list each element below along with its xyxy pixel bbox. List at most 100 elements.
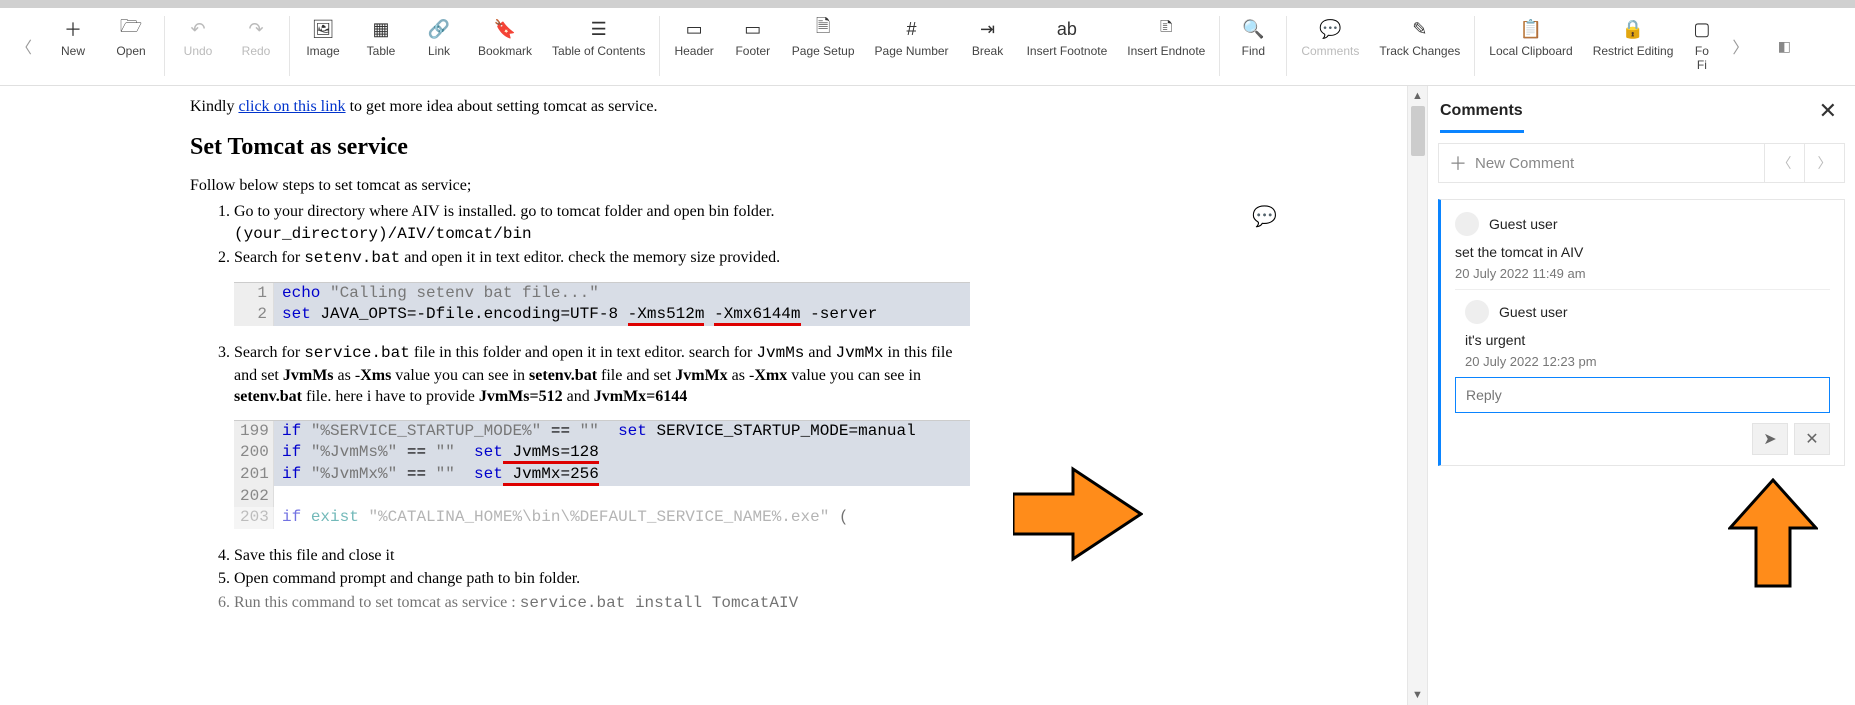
- link-label: Link: [428, 44, 450, 58]
- t: JvmMx=256: [503, 465, 599, 486]
- code: JvmMx: [836, 344, 884, 362]
- next-comment-button[interactable]: 〉: [1804, 144, 1844, 182]
- undo-button[interactable]: ↶ Undo: [169, 8, 227, 84]
- page-number-button[interactable]: # Page Number: [865, 8, 959, 84]
- comment-author-row: Guest user: [1455, 212, 1830, 236]
- header-label: Header: [674, 44, 713, 58]
- text: Search for: [234, 249, 304, 266]
- kw: echo: [282, 284, 320, 302]
- track-changes-label: Track Changes: [1379, 44, 1460, 58]
- list-item[interactable]: Open command prompt and change path to b…: [234, 568, 970, 590]
- endnote-icon: 🗈: [1160, 16, 1173, 42]
- str: "%JvmMx%": [311, 465, 397, 483]
- footnote-button[interactable]: ab Insert Footnote: [1017, 8, 1118, 84]
- header-icon: ▭: [686, 16, 703, 42]
- header-button[interactable]: ▭ Header: [664, 8, 723, 84]
- kw: if: [282, 443, 311, 461]
- panel-close-button[interactable]: ✕: [1813, 98, 1843, 124]
- vertical-scrollbar[interactable]: ▲ ▼: [1407, 86, 1427, 705]
- open-button[interactable]: 🗁 Open: [102, 8, 160, 84]
- break-icon: ⇥: [980, 16, 995, 42]
- scroll-up-icon[interactable]: ▲: [1408, 86, 1427, 106]
- list-item[interactable]: Search for setenv.bat and open it in tex…: [234, 247, 970, 326]
- kw: set: [455, 465, 503, 483]
- intro-link[interactable]: click on this link: [238, 98, 345, 115]
- track-changes-button[interactable]: ✎ Track Changes: [1369, 8, 1470, 84]
- find-button[interactable]: 🔍 Find: [1224, 8, 1282, 84]
- form-fields-button[interactable]: ▢ Fo Fi: [1683, 8, 1720, 84]
- toc-button[interactable]: ☰ Table of Contents: [542, 8, 655, 84]
- list-item[interactable]: Go to your directory where AIV is instal…: [234, 201, 970, 245]
- local-clipboard-button[interactable]: 📋 Local Clipboard: [1479, 8, 1582, 84]
- kw: if: [282, 465, 311, 483]
- redo-label: Redo: [242, 44, 271, 58]
- main-area: Kindly click on this link to get more id…: [0, 86, 1855, 705]
- list-item[interactable]: Save this file and close it: [234, 545, 970, 567]
- follow-paragraph[interactable]: Follow below steps to set tomcat as serv…: [190, 177, 970, 195]
- bookmark-button[interactable]: 🔖 Bookmark: [468, 8, 542, 84]
- code-file: setenv.bat: [304, 249, 400, 267]
- footer-button[interactable]: ▭ Footer: [724, 8, 782, 84]
- text: Search for: [234, 344, 304, 361]
- comment-icon: 💬: [1319, 16, 1341, 42]
- panel-tab-indicator: [1440, 130, 1524, 133]
- plus-icon: ＋: [64, 16, 82, 42]
- toggle-panel-button[interactable]: ◧: [1766, 8, 1802, 84]
- line-number: 202: [234, 486, 274, 508]
- xmx: -Xmx6144m: [714, 305, 800, 326]
- table-label: Table: [367, 44, 396, 58]
- kw: if: [282, 422, 311, 440]
- document-content[interactable]: Kindly click on this link to get more id…: [190, 94, 970, 617]
- separator: [1286, 16, 1287, 76]
- intro-paragraph[interactable]: Kindly click on this link to get more id…: [190, 98, 970, 116]
- page-setup-button[interactable]: 🗎 Page Setup: [782, 8, 865, 84]
- ribbon-scroll-left[interactable]: 〈: [4, 8, 44, 84]
- page-number-icon: #: [907, 16, 917, 42]
- new-button[interactable]: ＋ New: [44, 8, 102, 84]
- endnote-button[interactable]: 🗈 Insert Endnote: [1117, 8, 1215, 84]
- list-item[interactable]: Search for service.bat file in this fold…: [234, 342, 970, 529]
- image-button[interactable]: 🖼 Image: [294, 8, 352, 84]
- prev-comment-button[interactable]: 〈: [1764, 144, 1804, 182]
- scroll-down-icon[interactable]: ▼: [1408, 685, 1427, 705]
- redo-button[interactable]: ↷ Redo: [227, 8, 285, 84]
- panel-title: Comments: [1440, 102, 1523, 120]
- t: SERVICE_STARTUP_MODE=manual: [647, 422, 916, 440]
- xms: -Xms512m: [628, 305, 705, 326]
- table-button[interactable]: ▦ Table: [352, 8, 410, 84]
- clipboard-icon: 📋: [1520, 16, 1542, 42]
- comments-button[interactable]: 💬 Comments: [1291, 8, 1369, 84]
- comment-marker-icon[interactable]: 💬: [1252, 204, 1277, 229]
- t: JvmMs=128: [503, 443, 599, 464]
- reply-input[interactable]: [1455, 377, 1830, 413]
- doc-heading[interactable]: Set Tomcat as service: [190, 134, 970, 161]
- link-button[interactable]: 🔗 Link: [410, 8, 468, 84]
- text: file and set: [597, 367, 675, 384]
- restrict-editing-button[interactable]: 🔒 Restrict Editing: [1583, 8, 1684, 84]
- list-item[interactable]: Run this command to set tomcat as servic…: [234, 592, 970, 615]
- text: value you can see in: [391, 367, 529, 384]
- text: Kindly: [190, 98, 238, 115]
- line-number: 199: [234, 421, 274, 443]
- text: as -: [334, 367, 361, 384]
- bookmark-icon: 🔖: [494, 16, 516, 42]
- bold: setenv.bat: [234, 388, 302, 405]
- new-comment-button[interactable]: ＋ New Comment: [1439, 150, 1764, 176]
- code: service.bat install TomcatAIV: [520, 594, 798, 612]
- panel-header: Comments ✕: [1428, 92, 1855, 132]
- page-setup-icon: 🗎: [816, 16, 830, 42]
- table-icon: ▦: [372, 16, 389, 42]
- new-label: New: [61, 44, 85, 58]
- folder-open-icon: 🗁: [120, 16, 142, 42]
- list-icon: ☰: [591, 16, 607, 42]
- comment-thread[interactable]: Guest user set the tomcat in AIV 20 July…: [1438, 199, 1845, 466]
- break-button[interactable]: ⇥ Break: [959, 8, 1017, 84]
- steps-list: Go to your directory where AIV is instal…: [190, 201, 970, 615]
- cancel-reply-button[interactable]: ✕: [1794, 423, 1830, 455]
- comment-text: set the tomcat in AIV: [1455, 244, 1830, 260]
- comment-author: Guest user: [1489, 216, 1557, 232]
- send-reply-button[interactable]: ➤: [1752, 423, 1788, 455]
- line-number: 203: [234, 507, 274, 529]
- scroll-thumb[interactable]: [1411, 106, 1425, 156]
- ribbon-scroll-right[interactable]: 〉: [1720, 8, 1760, 84]
